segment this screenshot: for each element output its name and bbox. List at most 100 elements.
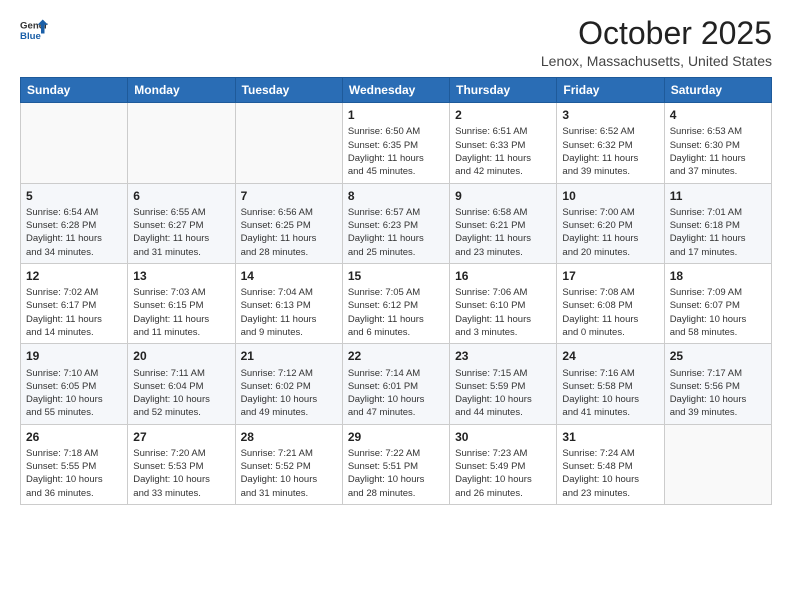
day-info: Sunrise: 6:58 AM Sunset: 6:21 PM Dayligh… [455, 206, 551, 259]
table-row: 23 Sunrise: 7:15 AM Sunset: 5:59 PM Dayli… [450, 344, 557, 424]
table-row: 30 Sunrise: 7:23 AM Sunset: 5:49 PM Dayli… [450, 424, 557, 504]
day-number: 18 [670, 268, 766, 284]
table-row: 17Sunrise: 7:08 AM Sunset: 6:08 PM Dayli… [557, 263, 664, 343]
day-info: Sunrise: 7:12 AM Sunset: 6:02 PM Dayligh… [241, 367, 337, 420]
day-number: 28 [241, 429, 337, 445]
calendar-week-row: 19 Sunrise: 7:10 AM Sunset: 6:05 PM Dayli… [21, 344, 772, 424]
day-number: 5 [26, 188, 122, 204]
day-info: Sunrise: 7:17 AM Sunset: 5:56 PM Dayligh… [670, 367, 766, 420]
day-number: 26 [26, 429, 122, 445]
location: Lenox, Massachusetts, United States [541, 53, 772, 69]
day-number: 14 [241, 268, 337, 284]
day-info: Sunrise: 6:52 AM Sunset: 6:32 PM Dayligh… [562, 125, 658, 178]
table-row: 2 Sunrise: 6:51 AM Sunset: 6:33 PM Daylig… [450, 103, 557, 183]
day-info: Sunrise: 7:06 AM Sunset: 6:10 PM Dayligh… [455, 286, 551, 339]
table-row: 10 Sunrise: 7:00 AM Sunset: 6:20 PM Dayli… [557, 183, 664, 263]
day-number: 6 [133, 188, 229, 204]
table-row [235, 103, 342, 183]
day-info: Sunrise: 7:09 AM Sunset: 6:07 PM Dayligh… [670, 286, 766, 339]
day-info: Sunrise: 6:54 AM Sunset: 6:28 PM Dayligh… [26, 206, 122, 259]
table-row [664, 424, 771, 504]
table-row: 8 Sunrise: 6:57 AM Sunset: 6:23 PM Daylig… [342, 183, 449, 263]
month-title: October 2025 [541, 16, 772, 51]
calendar-week-row: 1 Sunrise: 6:50 AM Sunset: 6:35 PM Daylig… [21, 103, 772, 183]
page: General Blue October 2025 Lenox, Massach… [0, 0, 792, 612]
table-row: 14 Sunrise: 7:04 AM Sunset: 6:13 PM Dayli… [235, 263, 342, 343]
day-number: 9 [455, 188, 551, 204]
day-number: 29 [348, 429, 444, 445]
day-info: Sunrise: 6:56 AM Sunset: 6:25 PM Dayligh… [241, 206, 337, 259]
table-row: 11 Sunrise: 7:01 AM Sunset: 6:18 PM Dayli… [664, 183, 771, 263]
table-row: 5 Sunrise: 6:54 AM Sunset: 6:28 PM Daylig… [21, 183, 128, 263]
table-row: 29 Sunrise: 7:22 AM Sunset: 5:51 PM Dayli… [342, 424, 449, 504]
day-number: 27 [133, 429, 229, 445]
col-thursday: Thursday [450, 78, 557, 103]
day-number: 25 [670, 348, 766, 364]
day-info: Sunrise: 6:51 AM Sunset: 6:33 PM Dayligh… [455, 125, 551, 178]
day-info: Sunrise: 7:22 AM Sunset: 5:51 PM Dayligh… [348, 447, 444, 500]
day-info: Sunrise: 7:04 AM Sunset: 6:13 PM Dayligh… [241, 286, 337, 339]
day-number: 10 [562, 188, 658, 204]
day-number: 30 [455, 429, 551, 445]
day-number: 19 [26, 348, 122, 364]
day-number: 11 [670, 188, 766, 204]
day-number: 22 [348, 348, 444, 364]
col-tuesday: Tuesday [235, 78, 342, 103]
day-info: Sunrise: 6:50 AM Sunset: 6:35 PM Dayligh… [348, 125, 444, 178]
table-row: 7 Sunrise: 6:56 AM Sunset: 6:25 PM Daylig… [235, 183, 342, 263]
day-info: Sunrise: 7:02 AM Sunset: 6:17 PM Dayligh… [26, 286, 122, 339]
col-saturday: Saturday [664, 78, 771, 103]
table-row: 16 Sunrise: 7:06 AM Sunset: 6:10 PM Dayli… [450, 263, 557, 343]
day-number: 8 [348, 188, 444, 204]
day-info: Sunrise: 7:00 AM Sunset: 6:20 PM Dayligh… [562, 206, 658, 259]
table-row: 3 Sunrise: 6:52 AM Sunset: 6:32 PM Daylig… [557, 103, 664, 183]
table-row: 6Sunrise: 6:55 AM Sunset: 6:27 PM Daylig… [128, 183, 235, 263]
svg-text:Blue: Blue [20, 31, 41, 42]
day-number: 23 [455, 348, 551, 364]
calendar-week-row: 5 Sunrise: 6:54 AM Sunset: 6:28 PM Daylig… [21, 183, 772, 263]
table-row: 28 Sunrise: 7:21 AM Sunset: 5:52 PM Dayli… [235, 424, 342, 504]
table-row: 26 Sunrise: 7:18 AM Sunset: 5:55 PM Dayli… [21, 424, 128, 504]
table-row: 4Sunrise: 6:53 AM Sunset: 6:30 PM Daylig… [664, 103, 771, 183]
day-number: 7 [241, 188, 337, 204]
table-row: 31Sunrise: 7:24 AM Sunset: 5:48 PM Dayli… [557, 424, 664, 504]
day-number: 1 [348, 107, 444, 123]
day-info: Sunrise: 7:18 AM Sunset: 5:55 PM Dayligh… [26, 447, 122, 500]
table-row: 27Sunrise: 7:20 AM Sunset: 5:53 PM Dayli… [128, 424, 235, 504]
calendar-week-row: 12 Sunrise: 7:02 AM Sunset: 6:17 PM Dayli… [21, 263, 772, 343]
table-row: 18 Sunrise: 7:09 AM Sunset: 6:07 PM Dayli… [664, 263, 771, 343]
day-number: 21 [241, 348, 337, 364]
table-row: 15 Sunrise: 7:05 AM Sunset: 6:12 PM Dayli… [342, 263, 449, 343]
day-number: 15 [348, 268, 444, 284]
day-info: Sunrise: 7:01 AM Sunset: 6:18 PM Dayligh… [670, 206, 766, 259]
table-row: 22 Sunrise: 7:14 AM Sunset: 6:01 PM Dayli… [342, 344, 449, 424]
calendar: Sunday Monday Tuesday Wednesday Thursday… [20, 77, 772, 505]
day-info: Sunrise: 7:23 AM Sunset: 5:49 PM Dayligh… [455, 447, 551, 500]
day-number: 20 [133, 348, 229, 364]
table-row: 13 Sunrise: 7:03 AM Sunset: 6:15 PM Dayli… [128, 263, 235, 343]
calendar-header-row: Sunday Monday Tuesday Wednesday Thursday… [21, 78, 772, 103]
day-info: Sunrise: 7:03 AM Sunset: 6:15 PM Dayligh… [133, 286, 229, 339]
day-number: 2 [455, 107, 551, 123]
day-number: 24 [562, 348, 658, 364]
col-monday: Monday [128, 78, 235, 103]
day-number: 16 [455, 268, 551, 284]
day-info: Sunrise: 7:14 AM Sunset: 6:01 PM Dayligh… [348, 367, 444, 420]
day-number: 3 [562, 107, 658, 123]
day-info: Sunrise: 7:21 AM Sunset: 5:52 PM Dayligh… [241, 447, 337, 500]
day-info: Sunrise: 6:53 AM Sunset: 6:30 PM Dayligh… [670, 125, 766, 178]
day-number: 12 [26, 268, 122, 284]
day-info: Sunrise: 7:11 AM Sunset: 6:04 PM Dayligh… [133, 367, 229, 420]
day-number: 31 [562, 429, 658, 445]
day-info: Sunrise: 7:10 AM Sunset: 6:05 PM Dayligh… [26, 367, 122, 420]
day-info: Sunrise: 6:57 AM Sunset: 6:23 PM Dayligh… [348, 206, 444, 259]
table-row: 19 Sunrise: 7:10 AM Sunset: 6:05 PM Dayli… [21, 344, 128, 424]
day-info: Sunrise: 7:15 AM Sunset: 5:59 PM Dayligh… [455, 367, 551, 420]
col-wednesday: Wednesday [342, 78, 449, 103]
table-row: 20 Sunrise: 7:11 AM Sunset: 6:04 PM Dayli… [128, 344, 235, 424]
logo-icon: General Blue [20, 16, 48, 44]
day-number: 13 [133, 268, 229, 284]
col-sunday: Sunday [21, 78, 128, 103]
day-info: Sunrise: 7:05 AM Sunset: 6:12 PM Dayligh… [348, 286, 444, 339]
table-row [128, 103, 235, 183]
